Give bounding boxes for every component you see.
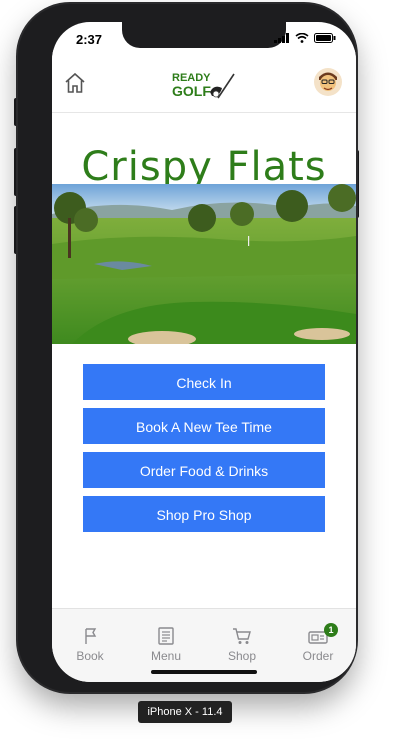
svg-text:GOLF: GOLF — [172, 83, 211, 99]
shop-pro-shop-button[interactable]: Shop Pro Shop — [83, 496, 325, 532]
battery-icon — [314, 33, 336, 43]
tab-book[interactable]: Book — [52, 627, 128, 663]
order-count-badge: 1 — [324, 623, 338, 637]
tab-order[interactable]: 1 Order — [280, 623, 356, 663]
home-indicator — [151, 670, 257, 674]
phone-frame: 2:37 READY GOLF Crispy Flats Check In Bo… — [18, 4, 356, 692]
tab-shop-label: Shop — [227, 649, 257, 663]
menu-icon — [158, 627, 174, 645]
book-tee-time-button[interactable]: Book A New Tee Time — [83, 408, 325, 444]
device-label: iPhone X - 11.4 — [138, 701, 232, 723]
check-in-button[interactable]: Check In — [83, 364, 325, 400]
app-screen: 2:37 READY GOLF Crispy Flats Check In Bo… — [52, 22, 356, 682]
tab-order-label: Order — [302, 649, 334, 663]
action-buttons: Check In Book A New Tee Time Order Food … — [83, 364, 325, 540]
signal-icon — [274, 33, 289, 43]
status-time: 2:37 — [76, 32, 103, 47]
flag-icon — [85, 628, 97, 644]
avatar-icon — [314, 68, 342, 96]
tab-shop[interactable]: Shop — [204, 627, 280, 663]
order-food-drinks-button[interactable]: Order Food & Drinks — [83, 452, 325, 488]
golf-course-image — [52, 184, 356, 344]
cart-icon — [233, 628, 251, 644]
wifi-icon — [295, 33, 309, 43]
tab-menu[interactable]: Menu — [128, 627, 204, 663]
tab-menu-label: Menu — [150, 649, 182, 663]
app-header: READY GOLF — [52, 50, 356, 113]
avatar[interactable] — [314, 68, 342, 96]
notch — [122, 22, 286, 48]
tab-book-label: Book — [76, 649, 104, 663]
status-indicators — [274, 33, 336, 43]
ready-golf-logo: READY GOLF — [172, 72, 235, 99]
home-icon[interactable] — [64, 72, 86, 94]
